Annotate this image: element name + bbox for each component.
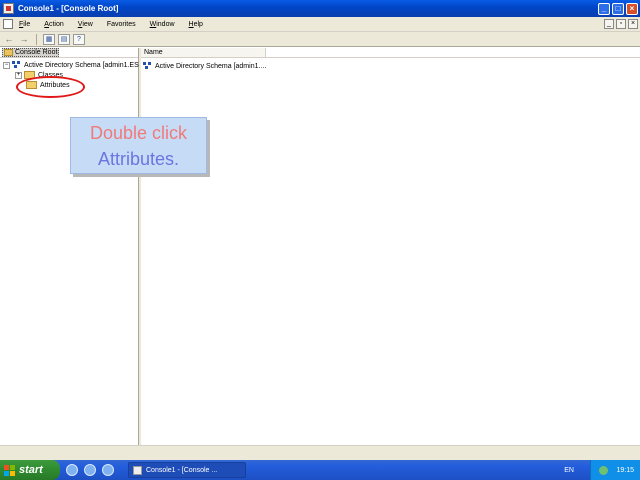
toolbar: ← → ▦ ▤ ?: [0, 32, 640, 47]
console-document-icon[interactable]: [3, 19, 13, 29]
menu-view[interactable]: View: [78, 21, 93, 28]
menu-help[interactable]: Help: [189, 21, 203, 28]
start-button[interactable]: start: [0, 460, 60, 480]
console-tree-pane: Console Root − Active Directory Schema […: [0, 48, 141, 445]
system-tray: 19:15: [590, 460, 640, 480]
list-item-label: Active Directory Schema [admin1....: [155, 62, 267, 70]
results-pane: Name Active Directory Schema [admin1....: [141, 48, 640, 445]
tree-item-active-directory-schema[interactable]: − Active Directory Schema [admin1.ES-: [3, 60, 141, 70]
start-label: start: [19, 464, 43, 476]
instruction-line-2: Attributes.: [97, 149, 180, 169]
quick-launch-ie-icon[interactable]: [84, 464, 96, 476]
forward-arrow-icon[interactable]: →: [18, 34, 30, 45]
child-minimize-button[interactable]: _: [604, 19, 614, 29]
schema-snapin-icon: [143, 62, 153, 70]
network-tray-icon[interactable]: [599, 465, 609, 475]
tree-item-label: Console Root: [15, 49, 58, 56]
tree-item-label: Active Directory Schema [admin1.ES-: [24, 61, 142, 69]
taskbar-window-button[interactable]: Console1 - [Console ...: [128, 462, 246, 478]
language-indicator[interactable]: EN: [564, 467, 574, 474]
toolbar-separator: [36, 33, 37, 45]
tree-item-console-root[interactable]: Console Root: [2, 48, 60, 57]
quick-launch-desktop-icon[interactable]: [66, 464, 78, 476]
collapse-expander-icon[interactable]: −: [3, 61, 10, 69]
window-title: Console1 - [Console Root]: [18, 4, 119, 13]
instruction-callout: Double click Attributes.: [70, 117, 207, 174]
title-bar: Console1 - [Console Root] _ □ ×: [0, 0, 640, 17]
child-close-button[interactable]: ×: [628, 19, 638, 29]
menu-favorites[interactable]: Favorites: [107, 21, 136, 28]
folder-icon: [4, 49, 13, 56]
taskbar-window-label: Console1 - [Console ...: [146, 466, 218, 474]
expand-expander-icon[interactable]: +: [15, 71, 22, 79]
back-arrow-icon[interactable]: ←: [3, 34, 15, 45]
list-item[interactable]: Active Directory Schema [admin1....: [141, 61, 640, 71]
mmc-app-icon: [133, 465, 142, 475]
highlight-ellipse: [16, 76, 85, 98]
schema-snapin-icon: [12, 61, 22, 69]
close-button[interactable]: ×: [626, 2, 638, 15]
maximize-button[interactable]: □: [612, 2, 624, 15]
export-list-icon[interactable]: ▤: [58, 33, 70, 45]
show-hide-tree-icon[interactable]: ▦: [43, 33, 55, 45]
menu-file[interactable]: File: [19, 21, 30, 28]
status-bar: [0, 445, 640, 460]
taskbar: start Console1 - [Console ... EN 19:15: [0, 460, 640, 480]
mmc-app-icon[interactable]: [3, 3, 14, 14]
windows-logo-icon: [4, 464, 15, 476]
menu-action[interactable]: Action: [44, 21, 63, 28]
instruction-line-1: Double click: [89, 123, 188, 143]
clock[interactable]: 19:15: [616, 467, 634, 474]
menu-bar: File Action View Favorites Window Help _…: [0, 17, 640, 32]
help-book-icon[interactable]: ?: [73, 33, 85, 45]
column-header-name[interactable]: Name: [141, 48, 266, 57]
quick-launch-media-icon[interactable]: [102, 464, 114, 476]
minimize-button[interactable]: _: [598, 2, 610, 15]
child-restore-button[interactable]: ▫: [616, 19, 626, 29]
menu-window[interactable]: Window: [150, 21, 175, 28]
